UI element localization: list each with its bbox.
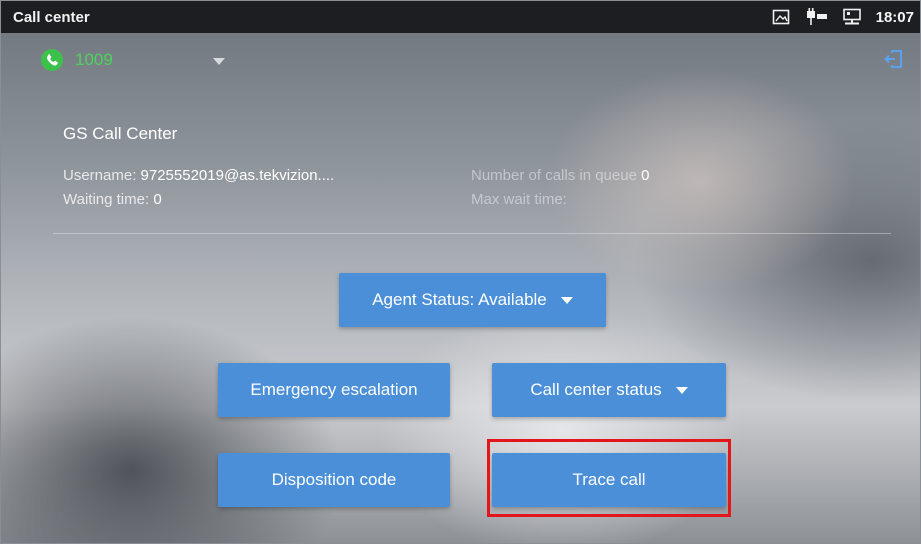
max-wait-label: Max wait time: — [471, 191, 567, 208]
waiting-time-line: Waiting time: 0 — [63, 191, 162, 208]
queue-label: Number of calls in queue — [471, 167, 637, 184]
call-center-status-button[interactable]: Call center status — [492, 363, 726, 417]
username-line: Username: 9725552019@as.tekvizion.... — [63, 167, 334, 184]
chevron-down-icon[interactable] — [213, 58, 225, 65]
clock: 18:07 — [875, 8, 914, 26]
status-bar: Call center 18:07 — [1, 1, 920, 33]
logout-icon[interactable] — [882, 47, 906, 71]
chevron-down-icon — [560, 296, 573, 304]
highlight-box — [487, 439, 731, 517]
username-label: Username: — [63, 167, 137, 184]
panel-title: GS Call Center — [63, 124, 178, 143]
account-selector[interactable]: 1009 — [75, 50, 113, 70]
poe-icon — [806, 8, 827, 25]
max-wait-line: Max wait time: — [471, 191, 567, 208]
agent-status-button[interactable]: Agent Status: Available — [339, 273, 606, 327]
account-bar: 1009 — [1, 33, 920, 85]
divider — [53, 233, 891, 234]
queue-line: Number of calls in queue 0 — [471, 167, 649, 184]
call-center-screen: Call center 18:07 1009 GS Call Center Us… — [0, 0, 921, 544]
phone-icon — [41, 49, 63, 71]
emergency-escalation-label: Emergency escalation — [250, 380, 418, 399]
waiting-time-value: 0 — [153, 191, 162, 208]
app-title: Call center — [13, 9, 90, 26]
network-icon — [842, 8, 861, 25]
chevron-down-icon — [675, 386, 688, 394]
queue-value: 0 — [641, 167, 650, 184]
call-center-status-label: Call center status — [530, 380, 662, 399]
waiting-time-label: Waiting time: — [63, 191, 150, 208]
username-value: 9725552019@as.tekvizion.... — [140, 167, 335, 184]
disposition-code-button[interactable]: Disposition code — [218, 453, 450, 507]
agent-status-label: Agent Status: Available — [372, 290, 547, 309]
disposition-code-label: Disposition code — [271, 470, 397, 489]
emergency-escalation-button[interactable]: Emergency escalation — [218, 363, 450, 417]
screenshot-icon — [772, 9, 789, 25]
status-icons: 18:07 — [772, 7, 914, 27]
